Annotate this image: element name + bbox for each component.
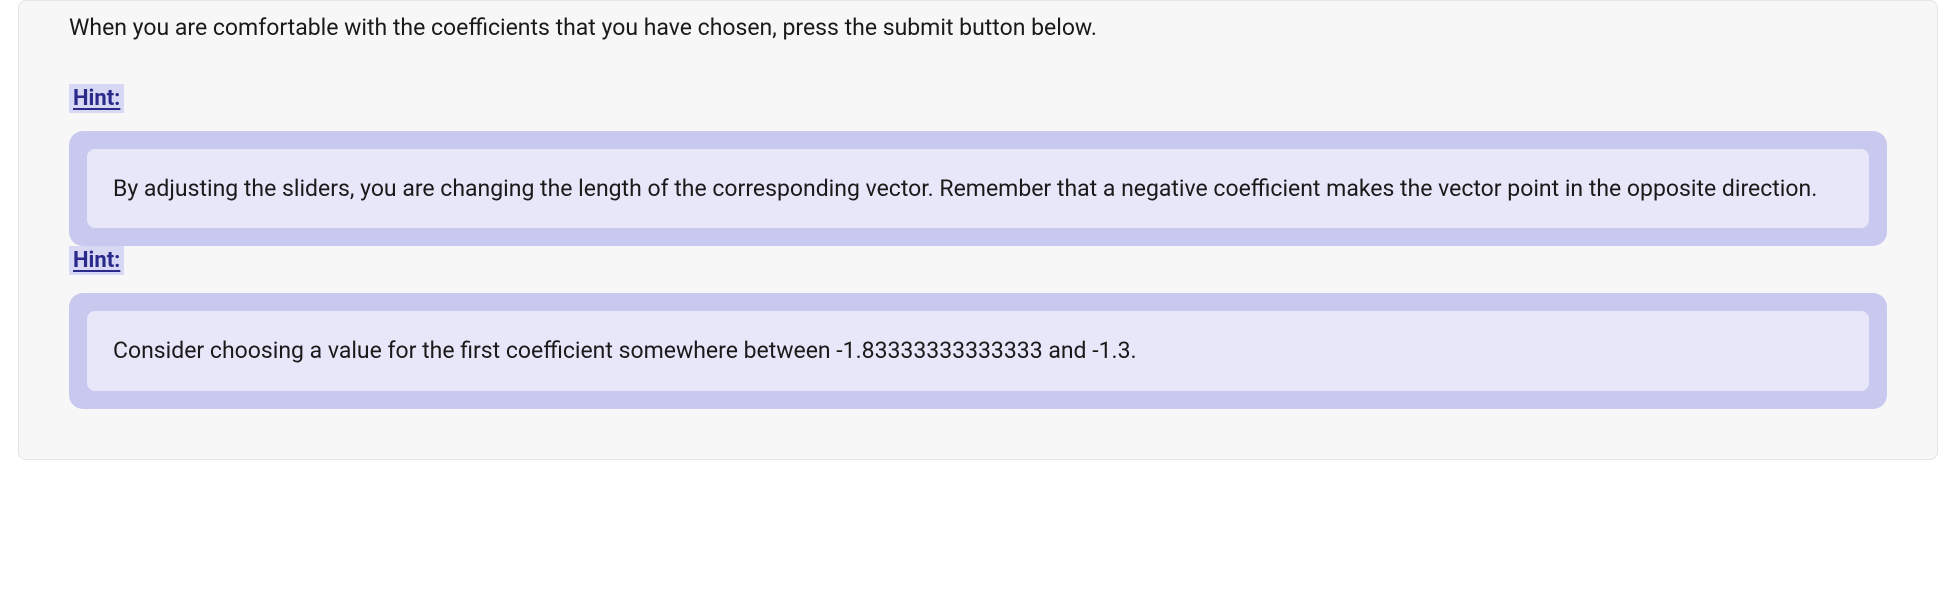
- hint-text: By adjusting the sliders, you are changi…: [113, 171, 1843, 207]
- hint-section-1: Hint: By adjusting the sliders, you are …: [69, 84, 1887, 247]
- hint-box: By adjusting the sliders, you are changi…: [69, 131, 1887, 247]
- hint-box-inner: By adjusting the sliders, you are changi…: [87, 149, 1869, 229]
- intro-text: When you are comfortable with the coeffi…: [69, 1, 1887, 46]
- content-panel: When you are comfortable with the coeffi…: [18, 0, 1938, 460]
- hint-label: Hint:: [69, 84, 124, 113]
- hint-section-2: Hint: Consider choosing a value for the …: [69, 246, 1887, 409]
- hint-box: Consider choosing a value for the first …: [69, 293, 1887, 409]
- hint-text: Consider choosing a value for the first …: [113, 333, 1843, 369]
- hint-label: Hint:: [69, 246, 124, 275]
- hint-box-inner: Consider choosing a value for the first …: [87, 311, 1869, 391]
